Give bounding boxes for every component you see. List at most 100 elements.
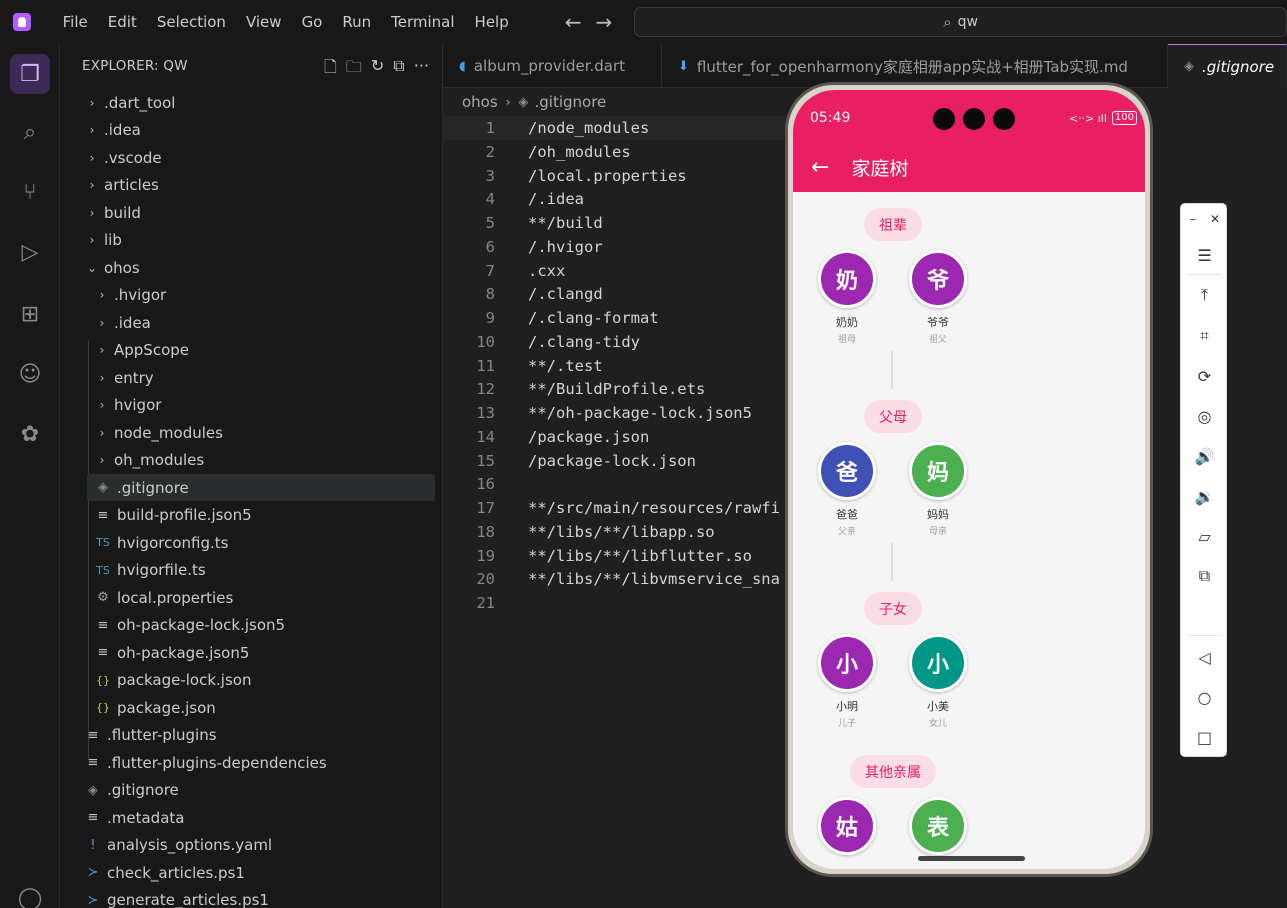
tree-folder[interactable]: ›node_modules <box>60 419 443 446</box>
tree-file[interactable]: TShvigorfile.ts <box>60 557 443 584</box>
tree-file[interactable]: ≡.flutter-plugins-dependencies <box>60 749 443 776</box>
screenshot-icon[interactable]: ⧉ <box>1181 563 1228 589</box>
phone-screen[interactable]: 05:49 <··> ıll 100 ← 家庭树 祖辈奶奶奶祖母爷爷爷祖父父母爸… <box>793 90 1145 869</box>
pin-top-icon[interactable]: ⤒ <box>1181 282 1228 308</box>
extensions-icon[interactable]: ⊞ <box>10 294 50 334</box>
code-line[interactable]: 2/oh_modules <box>443 140 631 164</box>
code-line[interactable]: 8/.clangd <box>443 282 603 306</box>
menu-terminal[interactable]: Terminal <box>381 7 464 37</box>
family-member[interactable]: 爷爷爷祖父 <box>908 250 968 345</box>
code-line[interactable]: 11**/.test <box>443 354 603 378</box>
menu-view[interactable]: View <box>236 7 292 37</box>
forward-arrow-icon[interactable]: → <box>596 10 613 34</box>
tree-file[interactable]: !analysis_options.yaml <box>60 832 443 859</box>
explorer-icon[interactable]: ❐ <box>10 54 50 94</box>
breadcrumb-file[interactable]: .gitignore <box>535 93 607 111</box>
tree-folder[interactable]: ›.dart_tool <box>60 89 443 116</box>
code-line[interactable]: 15/package-lock.json <box>443 449 696 473</box>
command-center-search[interactable]: ⌕ qw <box>634 7 1287 37</box>
tree-folder[interactable]: ›articles <box>60 172 443 199</box>
editor-tab[interactable]: ◖album_provider.dart <box>443 44 662 88</box>
tree-file[interactable]: ≻check_articles.ps1 <box>60 859 443 886</box>
more-actions-icon[interactable]: ··· <box>414 56 429 83</box>
code-line[interactable]: 6/.hvigor <box>443 235 603 259</box>
tree-file[interactable]: ≡oh-package-lock.json5 <box>60 612 443 639</box>
tree-folder[interactable]: ›build <box>60 199 443 226</box>
code-line[interactable]: 20**/libs/**/libvmservice_sna <box>443 567 780 591</box>
tree-file[interactable]: {}package-lock.json <box>60 667 443 694</box>
code-line[interactable]: 1/node_modules <box>443 116 787 140</box>
rotate-icon[interactable]: ⟳ <box>1181 363 1228 389</box>
volume-down-icon[interactable]: 🔉 <box>1181 483 1228 509</box>
code-line[interactable]: 7.cxx <box>443 259 565 283</box>
code-line[interactable]: 18**/libs/**/libapp.so <box>443 520 715 544</box>
menu-help[interactable]: Help <box>465 7 519 37</box>
editor-tab[interactable]: ◈.gitignore <box>1168 44 1287 88</box>
tree-file[interactable]: ⚙local.properties <box>60 584 443 611</box>
tree-folder[interactable]: ›hvigor <box>60 392 443 419</box>
new-file-icon[interactable]: 🗋 <box>324 56 337 83</box>
menu-edit[interactable]: Edit <box>98 7 147 37</box>
family-member[interactable]: 妈妈妈母亲 <box>908 442 968 537</box>
tree-file[interactable]: ≻generate_articles.ps1 <box>60 887 443 908</box>
code-line[interactable]: 12**/BuildProfile.ets <box>443 377 705 401</box>
tree-folder[interactable]: ›oh_modules <box>60 447 443 474</box>
new-folder-icon[interactable]: 🗀 <box>346 56 362 83</box>
tree-folder[interactable]: ⌄ohos <box>60 254 443 281</box>
code-line[interactable]: 10/.clang-tidy <box>443 330 640 354</box>
tree-folder[interactable]: ›entry <box>60 364 443 391</box>
tree-file[interactable]: ≡.flutter-plugins <box>60 722 443 749</box>
tree-folder[interactable]: ›.vscode <box>60 144 443 171</box>
tree-file[interactable]: ≡oh-package.json5 <box>60 639 443 666</box>
shake-icon[interactable]: ▱ <box>1181 523 1228 549</box>
menu-file[interactable]: File <box>53 7 98 37</box>
collapse-all-icon[interactable]: ⧉ <box>393 56 404 83</box>
minimize-icon[interactable]: – <box>1181 206 1205 232</box>
tree-file[interactable]: ≡build-profile.json5 <box>60 502 443 529</box>
tree-file[interactable]: ≡.metadata <box>60 804 443 831</box>
back-triangle-icon[interactable]: ◁ <box>1181 644 1228 670</box>
code-line[interactable]: 16 <box>443 472 528 496</box>
tree-folder[interactable]: ›AppScope <box>60 337 443 364</box>
code-line[interactable]: 3/local.properties <box>443 164 687 188</box>
source-control-icon[interactable]: ⑂ <box>10 172 50 212</box>
family-member[interactable]: 小小明儿子 <box>817 634 877 729</box>
menu-icon[interactable]: ☰ <box>1181 242 1228 268</box>
run-debug-icon[interactable]: ▷ <box>10 232 50 272</box>
ghost-extension-icon[interactable]: ☺ <box>10 354 50 394</box>
tree-folder[interactable]: ›.idea <box>60 309 443 336</box>
refresh-icon[interactable]: ↻ <box>371 56 384 83</box>
menu-go[interactable]: Go <box>292 7 333 37</box>
code-line[interactable]: 5**/build <box>443 211 603 235</box>
code-line[interactable]: 14/package.json <box>443 425 649 449</box>
menu-run[interactable]: Run <box>332 7 381 37</box>
search-view-icon[interactable]: ⌕ <box>10 112 50 152</box>
tree-file[interactable]: {}package.json <box>60 694 443 721</box>
code-line[interactable]: 21 <box>443 591 528 615</box>
breadcrumb-folder[interactable]: ohos <box>462 93 498 111</box>
back-arrow-icon[interactable]: ← <box>565 10 582 34</box>
tree-file[interactable]: TShvigorconfig.ts <box>60 529 443 556</box>
screen-record-icon[interactable]: ◎ <box>1181 403 1228 429</box>
tree-file[interactable]: ◈.gitignore <box>60 777 443 804</box>
family-member[interactable]: 奶奶奶祖母 <box>817 250 877 345</box>
code-line[interactable]: 17**/src/main/resources/rawfi <box>443 496 780 520</box>
family-member[interactable]: 姑 <box>817 797 877 861</box>
account-icon[interactable]: ◯ <box>10 878 50 908</box>
tree-folder[interactable]: ›lib <box>60 227 443 254</box>
family-member[interactable]: 小小美女儿 <box>908 634 968 729</box>
close-icon[interactable]: ✕ <box>1203 206 1227 232</box>
menu-selection[interactable]: Selection <box>147 7 236 37</box>
home-circle-icon[interactable]: ○ <box>1181 684 1228 710</box>
tree-folder[interactable]: ›.idea <box>60 117 443 144</box>
tree-file[interactable]: ◈.gitignore <box>87 474 435 501</box>
back-arrow-icon[interactable]: ← <box>811 155 829 180</box>
recent-square-icon[interactable]: □ <box>1181 724 1228 750</box>
family-member[interactable]: 爸爸爸父亲 <box>817 442 877 537</box>
volume-up-icon[interactable]: 🔊 <box>1181 443 1228 469</box>
tree-folder[interactable]: ›.hvigor <box>60 282 443 309</box>
crop-icon[interactable]: ⌗ <box>1181 323 1228 349</box>
code-line[interactable]: 19**/libs/**/libflutter.so <box>443 544 752 568</box>
code-line[interactable]: 13**/oh-package-lock.json5 <box>443 401 752 425</box>
code-line[interactable]: 4/.idea <box>443 187 584 211</box>
